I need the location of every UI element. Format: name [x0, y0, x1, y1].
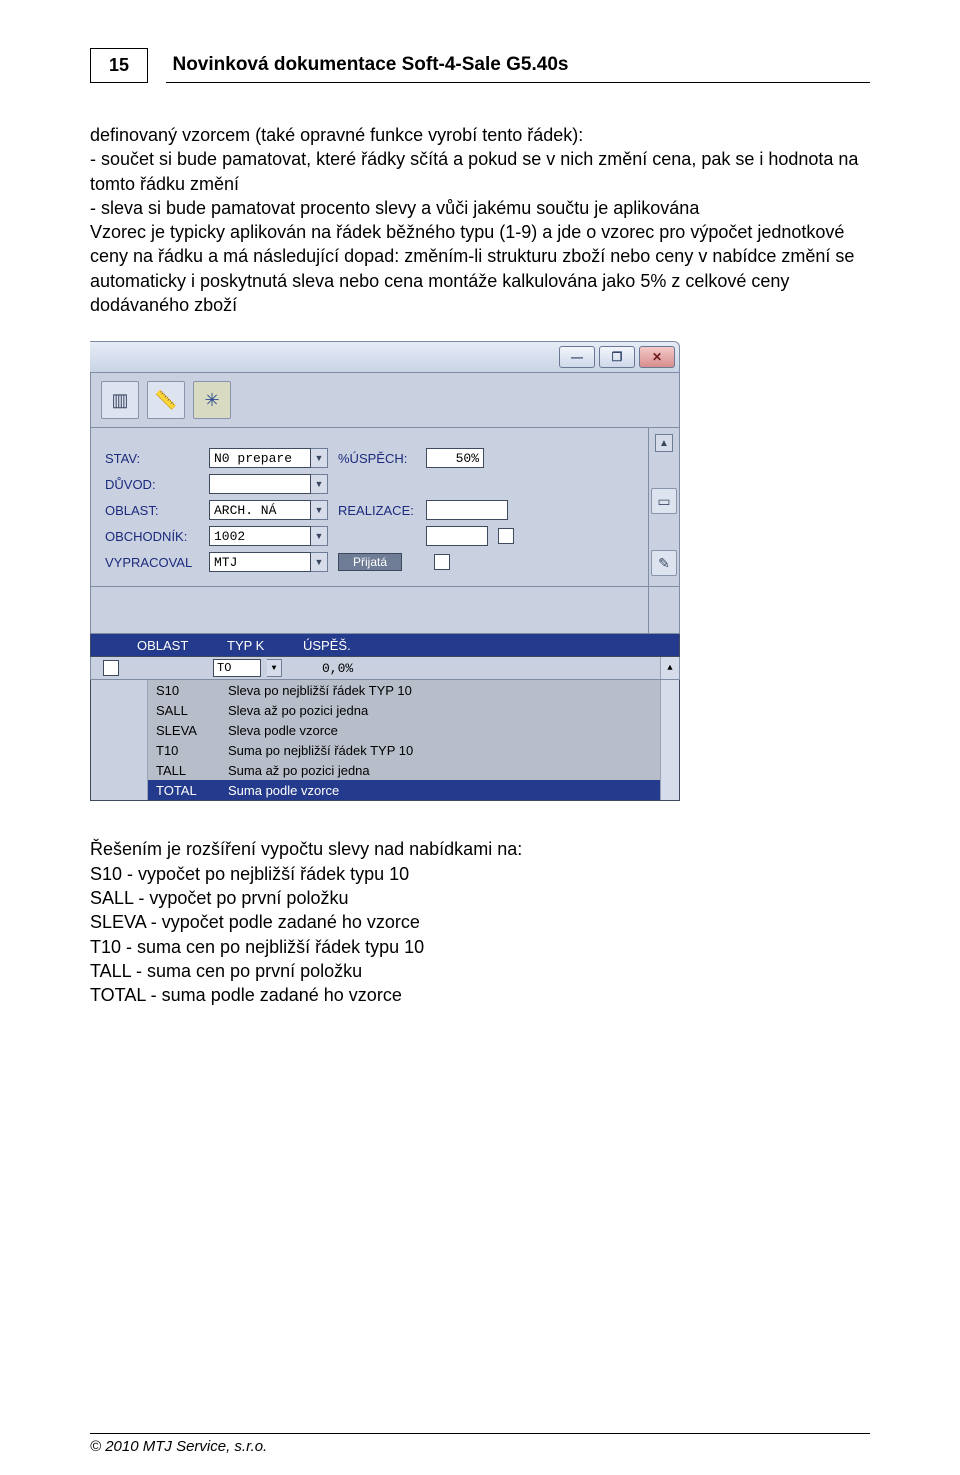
minimize-button[interactable]: — [559, 346, 595, 368]
window-titlebar: — ❐ ✕ [90, 341, 680, 373]
scroll-up-icon[interactable]: ▲ [655, 434, 673, 452]
maximize-button[interactable]: ❐ [599, 346, 635, 368]
toolbar: ▥ 📏 ✳ [90, 373, 680, 428]
chevron-down-icon[interactable]: ▼ [311, 474, 328, 494]
document-title: Novinková dokumentace Soft-4-Sale G5.40s [172, 48, 568, 76]
field-oblast[interactable]: ARCH. NÁ [209, 500, 311, 520]
paragraph-2: Řešením je rozšíření vypočtu slevy nad n… [90, 837, 870, 1007]
close-button[interactable]: ✕ [639, 346, 675, 368]
col-typk: TYP K [227, 638, 303, 653]
prijata-button[interactable]: Přijatá [338, 553, 402, 571]
pencil-icon[interactable]: ✎ [651, 550, 677, 576]
header-rule [166, 82, 870, 83]
row-stav: STAV: N0 prepare ▼ %ÚSPĚCH: 50% [105, 448, 634, 468]
checkbox-1[interactable] [498, 528, 514, 544]
label-vypracoval: VYPRACOVAL [105, 555, 209, 570]
chevron-down-icon[interactable]: ▼ [311, 552, 328, 572]
page-number: 15 [90, 48, 148, 83]
label-uspech: %ÚSPĚCH: [338, 451, 426, 466]
label-duvod: DŮVOD: [105, 477, 209, 492]
field-duvod[interactable] [209, 474, 311, 494]
field-typk[interactable]: TO [213, 659, 261, 677]
row-vypracoval: VYPRACOVAL MTJ ▼ Přijatá [105, 552, 634, 572]
row-oblast: OBLAST: ARCH. NÁ ▼ REALIZACE: [105, 500, 634, 520]
chevron-down-icon[interactable]: ▼ [311, 448, 328, 468]
chevron-down-icon[interactable]: ▼ [311, 500, 328, 520]
list-item[interactable]: S10Sleva po nejbližší řádek TYP 10 [91, 680, 679, 700]
list-item-selected[interactable]: TOTALSuma podle vzorce [91, 780, 679, 800]
chevron-down-icon[interactable]: ▼ [267, 659, 282, 677]
burst-icon[interactable]: ✳ [193, 381, 231, 419]
checkbox-2[interactable] [434, 554, 450, 570]
label-oblast: OBLAST: [105, 503, 209, 518]
col-oblast: OBLAST [131, 638, 227, 653]
list-item[interactable]: TALLSuma až po pozici jedna [91, 760, 679, 780]
page-header: 15 Novinková dokumentace Soft-4-Sale G5.… [90, 48, 870, 83]
app-screenshot: — ❐ ✕ ▥ 📏 ✳ STAV: N0 prepare ▼ %ÚSPĚCH: … [90, 341, 680, 801]
label-obchodnik: OBCHODNÍK: [105, 529, 209, 544]
field-realizace[interactable] [426, 500, 508, 520]
field-extra1[interactable] [426, 526, 488, 546]
label-stav: STAV: [105, 451, 209, 466]
field-vypracoval[interactable]: MTJ [209, 552, 311, 572]
list-item[interactable]: SALLSleva až po pozici jedna [91, 700, 679, 720]
panel-icon[interactable]: ▥ [101, 381, 139, 419]
paragraph-1: definovaný vzorcem (také opravné funkce … [90, 123, 870, 317]
note-icon[interactable]: ▭ [651, 488, 677, 514]
field-uspech[interactable]: 50% [426, 448, 484, 468]
value-uspes: 0,0% [322, 661, 353, 676]
row-obchodnik: OBCHODNÍK: 1002 ▼ [105, 526, 634, 546]
list-header: OBLAST TYP K ÚSPĚŠ. [90, 634, 680, 657]
label-realizace: REALIZACE: [338, 503, 426, 518]
page-footer: © 2010 MTJ Service, s.r.o. [90, 1433, 870, 1455]
panel-gap [90, 587, 680, 634]
field-obchodnik[interactable]: 1002 [209, 526, 311, 546]
field-stav[interactable]: N0 prepare [209, 448, 311, 468]
form-panel: STAV: N0 prepare ▼ %ÚSPĚCH: 50% DŮVOD: ▼… [90, 428, 649, 587]
list-item[interactable]: T10Suma po nejbližší řádek TYP 10 [91, 740, 679, 760]
ruler-icon[interactable]: 📏 [147, 381, 185, 419]
chevron-down-icon[interactable]: ▼ [311, 526, 328, 546]
row-checkbox[interactable] [103, 660, 119, 676]
list-item[interactable]: SLEVASleva podle vzorce [91, 720, 679, 740]
dropdown-list: S10Sleva po nejbližší řádek TYP 10 SALLS… [90, 680, 680, 801]
col-uspes: ÚSPĚŠ. [303, 638, 661, 653]
right-rail: ▲ ▭ ✎ [649, 428, 680, 587]
scroll-up-icon[interactable]: ▲ [660, 657, 679, 679]
list-first-row: TO ▼ 0,0% ▲ [90, 657, 680, 680]
row-duvod: DŮVOD: ▼ [105, 474, 634, 494]
